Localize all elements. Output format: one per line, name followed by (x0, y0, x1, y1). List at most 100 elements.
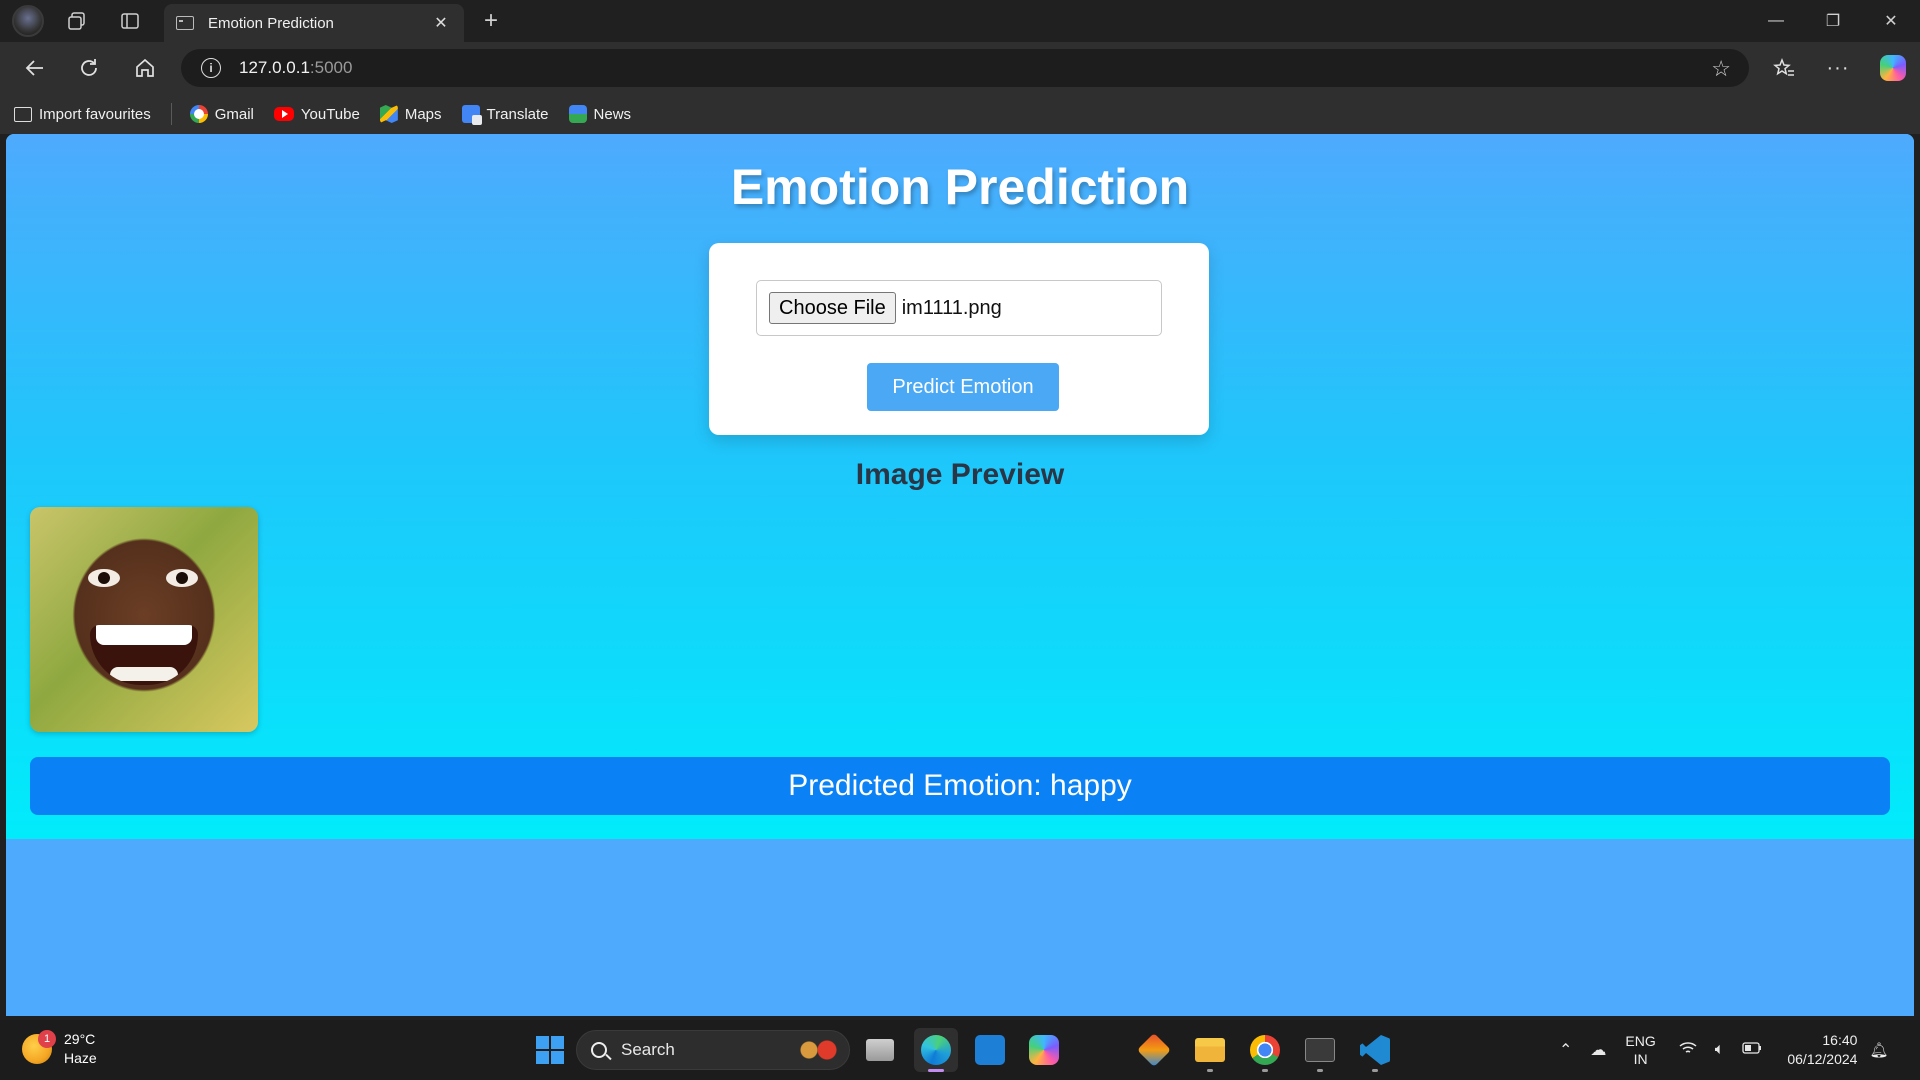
onedrive-icon[interactable]: ☁ (1590, 1040, 1606, 1060)
image-preview (30, 507, 258, 732)
choose-file-button[interactable]: Choose File (769, 292, 896, 324)
battery-icon[interactable] (1742, 1041, 1762, 1059)
youtube-icon (273, 107, 294, 121)
taskbar-chrome[interactable] (1243, 1028, 1287, 1072)
predicted-emotion-result: Predicted Emotion: happy (30, 757, 1890, 815)
taskbar-search[interactable]: Search (576, 1030, 850, 1070)
vscode-icon (1360, 1035, 1390, 1065)
predict-emotion-button[interactable]: Predict Emotion (867, 363, 1059, 411)
google-icon (189, 105, 208, 123)
browser-toolbar: i 127.0.0.1:5000 ☆ ··· (0, 42, 1920, 94)
new-tab-button[interactable]: + (476, 6, 506, 36)
copilot-icon (1880, 55, 1906, 81)
refresh-icon (81, 59, 97, 76)
bookmark-label: YouTube (300, 105, 360, 123)
microsoft-store-icon (975, 1035, 1005, 1065)
bookmark-gmail[interactable]: Gmail (189, 105, 254, 123)
bookmarks-bar: Import favourites Gmail YouTube Maps Tra… (0, 94, 1920, 134)
chevron-up-icon[interactable]: ⌃ (1559, 1040, 1572, 1060)
image-preview-heading: Image Preview (855, 458, 1065, 491)
bookmark-youtube[interactable]: YouTube (273, 105, 360, 123)
favourites-icon (1773, 57, 1794, 76)
taskbar-vscode[interactable] (1353, 1028, 1397, 1072)
git-icon (1137, 1033, 1171, 1067)
more-options-button[interactable]: ··· (1822, 52, 1854, 84)
terminal-icon (1305, 1038, 1335, 1062)
app-container: Emotion Prediction Choose File im1111.pn… (6, 134, 1914, 839)
chrome-icon (1250, 1035, 1280, 1065)
window-close-button[interactable]: ✕ (1876, 6, 1906, 36)
taskbar-copilot[interactable] (1022, 1028, 1066, 1072)
favourites-button[interactable] (1768, 52, 1800, 84)
page-title: Emotion Prediction (730, 159, 1190, 215)
system-tray: ⌃ ☁ ENG IN 🔈︎ 16:40 06/12/2024 🔔︎ (1550, 1020, 1888, 1080)
weather-notification-badge: 1 (38, 1030, 56, 1048)
taskbar-edge[interactable] (914, 1028, 958, 1072)
back-button[interactable] (19, 52, 51, 84)
region-code: IN (1633, 1051, 1648, 1067)
workspaces-icon[interactable] (62, 6, 92, 36)
bookmark-label: Maps (404, 105, 442, 123)
edge-icon (921, 1035, 951, 1065)
tab-close-icon[interactable]: ✕ (430, 13, 452, 33)
url-host: 127.0.0.1 (239, 58, 310, 77)
search-label: Search (621, 1040, 675, 1059)
back-arrow-icon (25, 60, 43, 76)
browser-tab-bar: Emotion Prediction ✕ + — ❐ ✕ (0, 0, 1920, 42)
weather-description: Haze (64, 1050, 97, 1066)
copilot-button[interactable] (1877, 52, 1909, 84)
taskbar-store[interactable] (968, 1028, 1012, 1072)
site-info-icon[interactable]: i (201, 58, 221, 78)
window-restore-button[interactable]: ❐ (1818, 6, 1848, 36)
translate-icon (461, 105, 482, 125)
bookmark-translate[interactable]: Translate (461, 105, 549, 125)
tab-title: Emotion Prediction (208, 14, 334, 32)
start-button[interactable] (528, 1028, 572, 1072)
page-favicon-icon (176, 16, 194, 30)
bookmark-label: News (593, 105, 632, 123)
wifi-icon[interactable] (1679, 1041, 1697, 1060)
tab-emotion-prediction[interactable]: Emotion Prediction ✕ (164, 4, 464, 42)
search-highlight-icon (799, 1039, 839, 1061)
address-bar[interactable]: i 127.0.0.1:5000 ☆ (181, 49, 1749, 87)
url-port: :5000 (309, 58, 353, 77)
selected-file-name: im1111.png (901, 296, 1002, 319)
window-minimize-button[interactable]: — (1761, 6, 1791, 36)
clock-time: 16:40 (1822, 1032, 1858, 1048)
upload-form-card: Choose File im1111.png Predict Emotion (709, 243, 1209, 435)
windows-taskbar: 1 29°C Haze Search ⌃ ☁ ENG IN 🔈︎ 16:40 0… (0, 1020, 1920, 1080)
weather-temperature: 29°C (64, 1031, 96, 1047)
taskbar-terminal[interactable] (1298, 1028, 1342, 1072)
home-icon (136, 58, 154, 77)
language-indicator[interactable]: ENG IN (1625, 1032, 1655, 1068)
maps-icon (379, 105, 398, 123)
bookmark-label: Gmail (214, 105, 254, 123)
language-code: ENG (1625, 1033, 1656, 1049)
clock-date: 06/12/2024 (1787, 1051, 1858, 1067)
task-view-icon (866, 1039, 894, 1061)
bookmark-label: Translate (486, 105, 549, 123)
page-viewport: Emotion Prediction Choose File im1111.pn… (6, 134, 1914, 1016)
bookmark-maps[interactable]: Maps (379, 105, 442, 123)
weather-widget[interactable]: 1 29°C Haze (22, 1030, 97, 1068)
taskbar-git[interactable] (1132, 1028, 1176, 1072)
import-icon (14, 106, 32, 122)
search-icon (591, 1042, 607, 1058)
folder-icon (1195, 1038, 1225, 1062)
bookmark-label: Import favourites (39, 105, 151, 123)
tab-actions-icon[interactable] (115, 6, 145, 36)
bookmark-news[interactable]: News (568, 105, 632, 123)
taskbar-file-explorer[interactable] (1188, 1028, 1232, 1072)
task-view-button[interactable] (858, 1028, 902, 1072)
volume-icon[interactable]: 🔈︎ (1715, 1041, 1725, 1059)
refresh-button[interactable] (73, 52, 105, 84)
notification-bell-icon[interactable]: 🔔︎ (1869, 1041, 1888, 1059)
copilot-icon (1029, 1035, 1059, 1065)
weather-sun-icon: 1 (22, 1030, 56, 1064)
clock[interactable]: 16:40 06/12/2024 (1787, 1031, 1857, 1069)
file-input[interactable]: Choose File im1111.png (756, 280, 1162, 336)
bookmark-import-favourites[interactable]: Import favourites (14, 106, 151, 123)
add-favourite-star-icon[interactable]: ☆ (1711, 56, 1731, 82)
profile-avatar[interactable] (12, 5, 44, 37)
home-button[interactable] (129, 52, 161, 84)
